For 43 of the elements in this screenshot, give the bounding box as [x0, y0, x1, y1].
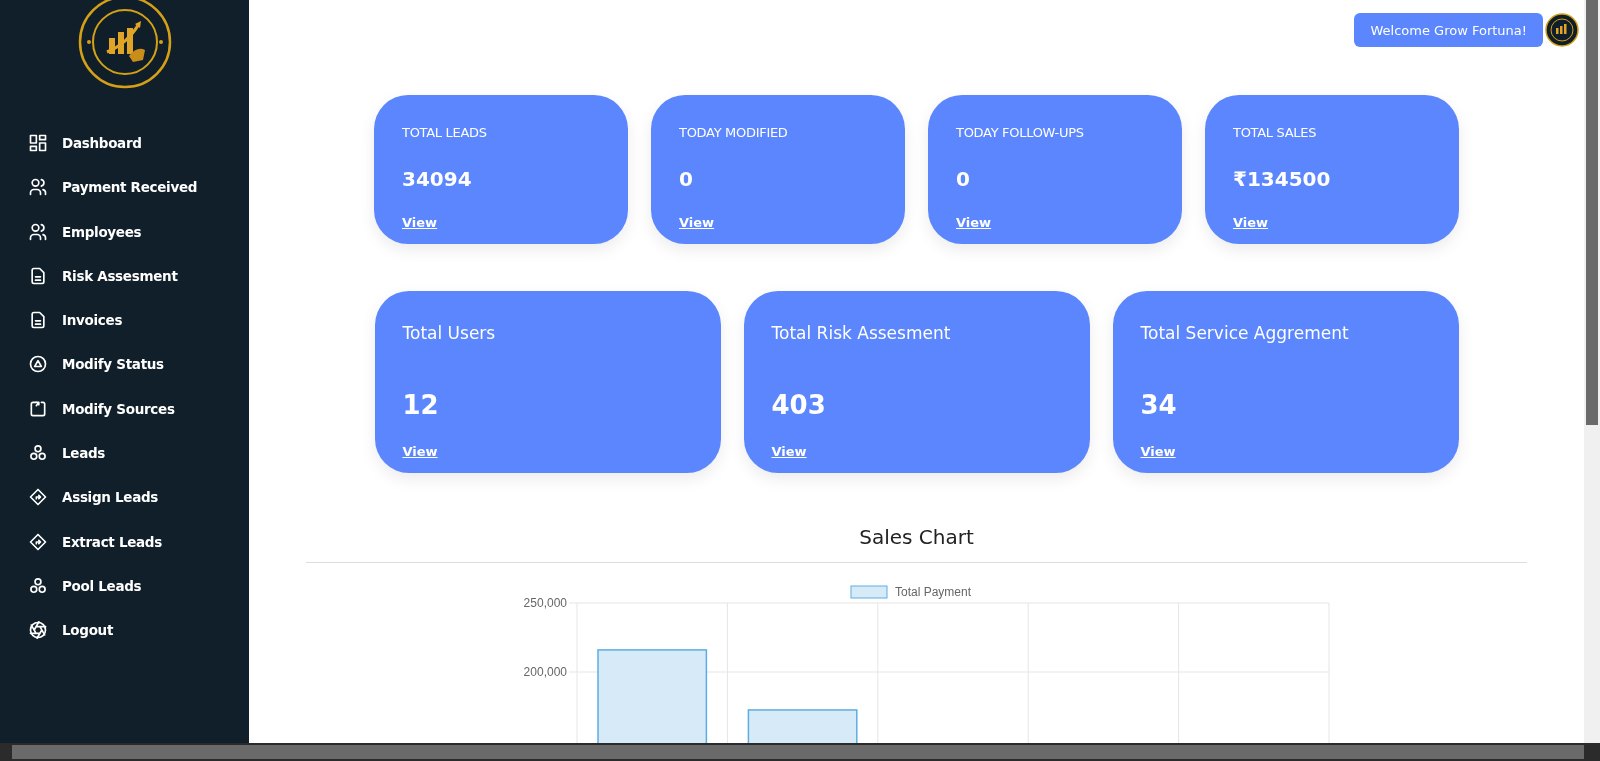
diamond-arrow-icon [28, 531, 48, 552]
chart-heading: Sales Chart [859, 525, 974, 549]
sidebar-item[interactable]: Dashboard [28, 133, 249, 153]
chart-legend[interactable]: Total Payment [850, 585, 971, 599]
users-icon [28, 177, 48, 198]
logo-avatar-icon[interactable] [1545, 13, 1579, 47]
stat-title: TODAY MODIFIED [679, 125, 789, 140]
sidebar-item[interactable]: Assign Leads [28, 487, 249, 508]
circles-icon [28, 575, 48, 596]
vertical-scrollbar[interactable] [1584, 0, 1600, 743]
document-icon [28, 265, 48, 286]
sidebar-item[interactable]: Leads [28, 443, 249, 464]
stat-title: TOTAL SALES [1233, 125, 1318, 140]
sidebar-item[interactable]: Modify Sources [28, 398, 249, 419]
y-tick-label: 250,000 [523, 596, 567, 610]
sidebar-item[interactable]: Payment Received [28, 177, 249, 198]
sidebar-item[interactable]: Modify Status [28, 354, 249, 375]
sidebar-item[interactable]: Logout [28, 620, 249, 641]
sidebar-item[interactable]: Pool Leads [28, 575, 249, 596]
stat-title: TODAY FOLLOW-UPS [956, 125, 1085, 140]
stat-value: 0 [956, 167, 971, 191]
stat-value: 0 [679, 167, 694, 191]
stat-value: 12 [402, 390, 440, 420]
sidebar-item[interactable]: Extract Leads [28, 531, 249, 552]
stat-title: Total Risk Assesment [771, 323, 952, 343]
stat-value: ₹134500 [1233, 167, 1332, 191]
sidebar-item[interactable]: Employees [28, 221, 249, 242]
stat-value: 34094 [402, 167, 473, 191]
grid-icon [28, 133, 48, 153]
legend-label: Total Payment [894, 585, 972, 599]
sidebar-item[interactable]: Invoices [28, 310, 249, 331]
sidebar-item[interactable]: Risk Assesment [28, 265, 249, 286]
aperture-icon [28, 620, 48, 641]
stat-title: Total Users [402, 323, 497, 343]
document-icon [28, 310, 48, 331]
horizontal-scrollbar[interactable] [0, 743, 1600, 761]
stat-value: 403 [771, 390, 827, 420]
stat-title: TOTAL LEADS [402, 125, 488, 140]
diamond-arrow-icon [28, 487, 48, 508]
stat-value: 34 [1140, 390, 1178, 420]
y-tick-label: 200,000 [523, 665, 567, 679]
stat-title: Total Service Aggrement [1140, 323, 1350, 343]
users-icon [28, 221, 48, 242]
